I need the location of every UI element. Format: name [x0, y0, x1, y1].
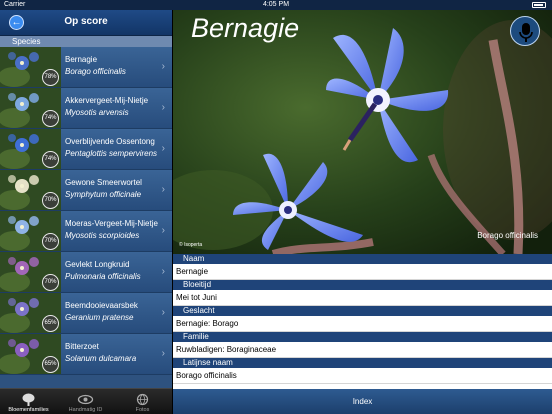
tab-bar: Bloemenfamilies Handmatig ID Fotos: [0, 388, 172, 414]
nav-bar: ← Op score i: [0, 10, 172, 269]
globe-icon: [136, 393, 149, 406]
species-latin-name: Solanum dulcamara: [65, 354, 137, 363]
match-score-badge: 70%: [42, 274, 59, 291]
species-name: Bitterzoet: [65, 342, 99, 351]
field-label: Naam: [173, 254, 552, 264]
field-label: Familie: [173, 332, 552, 342]
species-row[interactable]: 70% Moeras-Vergeet-Mij-Nietje Myosotis sco…: [0, 211, 172, 252]
tab-label: Handmatig ID: [68, 407, 103, 413]
photo-credit: © Isoperta: [179, 242, 203, 248]
photo-caption: Borago officinalis: [477, 231, 538, 240]
match-score-badge: 65%: [42, 356, 59, 373]
microphone-glyph: [519, 23, 533, 42]
species-row[interactable]: 65% Beemdooievaarsbek Geranium pratense ›: [0, 293, 172, 334]
species-row[interactable]: 74% Akkervergeet-Mij-Nietje Myosotis arven…: [0, 88, 172, 129]
species-latin-name: Pulmonaria officinalis: [65, 272, 141, 281]
species-row[interactable]: 74% Overblijvende Ossentong Pentaglottis s…: [0, 129, 172, 170]
species-name: Overblijvende Ossentong: [65, 137, 155, 146]
species-panel: ← Op score i Species 78% Bernagie Borago o…: [0, 10, 172, 388]
match-score-badge: 70%: [42, 233, 59, 250]
chevron-right-icon: ›: [161, 225, 165, 236]
clock: 4:05 PM: [262, 1, 290, 8]
field-value: Borago officinalis: [173, 368, 552, 384]
tree-icon: [22, 393, 35, 406]
field-value: Ruwbladigen: Boraginaceae: [173, 342, 552, 358]
species-latin-name: Borago officinalis: [65, 67, 126, 76]
field-label: Latijnse naam: [173, 358, 552, 368]
species-name: Gevlekt Longkruid: [65, 260, 130, 269]
species-latin-name: Myosotis scorpioides: [65, 231, 140, 240]
tab-handmatig-id[interactable]: Handmatig ID: [57, 389, 114, 414]
chevron-right-icon: ›: [161, 143, 165, 154]
chevron-right-icon: ›: [161, 61, 165, 72]
tab-bloemenfamilies[interactable]: Bloemenfamilies: [0, 389, 57, 414]
field-label: Geslacht: [173, 306, 552, 316]
species-photo: Bernagie © Isoperta Borago officinalis: [173, 10, 552, 254]
species-row[interactable]: 65% Bitterzoet Solanum dulcamara ›: [0, 334, 172, 375]
match-score-badge: 78%: [42, 69, 59, 86]
nav-title: Op score: [64, 16, 108, 27]
microphone-icon[interactable]: [510, 16, 540, 46]
match-score-badge: 74%: [42, 151, 59, 168]
tab-label: Fotos: [135, 407, 150, 413]
species-latin-name: Myosotis arvensis: [65, 108, 129, 117]
match-score-badge: 74%: [42, 110, 59, 127]
species-name: Gewone Smeerwortel: [65, 178, 142, 187]
species-name: Bernagie: [65, 55, 98, 64]
species-name: Akkervergeet-Mij-Nietje: [65, 96, 149, 105]
species-list: 78% Bernagie Borago officinalis › 74% Akkerve…: [0, 47, 172, 375]
field-label: Bloeitijd: [173, 280, 552, 290]
match-score-badge: 65%: [42, 315, 59, 332]
chevron-right-icon: ›: [161, 307, 165, 318]
status-bar: Carrier 4:05 PM: [0, 0, 552, 10]
species-latin-name: Pentaglottis sempervirens: [65, 149, 158, 158]
species-latin-name: Symphytum officinale: [65, 190, 142, 199]
species-row[interactable]: 70% Gevlekt Longkruid Pulmonaria officinal…: [0, 252, 172, 293]
field-value: Mei tot Juni: [173, 290, 552, 306]
borage-photo: [173, 10, 552, 254]
species-row[interactable]: 78% Bernagie Borago officinalis ›: [0, 47, 172, 88]
field-value: Bernagie: [173, 264, 552, 280]
match-score-badge: 70%: [42, 192, 59, 209]
field-value: Bernagie: Borago: [173, 316, 552, 332]
battery-icon: [532, 2, 546, 8]
species-latin-name: Geranium pratense: [65, 313, 134, 322]
chevron-right-icon: ›: [161, 102, 165, 113]
species-name: Beemdooievaarsbek: [65, 301, 138, 310]
tab-label: Bloemenfamilies: [8, 407, 49, 413]
tab-fotos[interactable]: Fotos: [114, 389, 171, 414]
chevron-right-icon: ›: [161, 348, 165, 359]
detail-panel: Bernagie © Isoperta Borago officinalis N…: [173, 10, 552, 414]
detail-title: Bernagie: [191, 13, 300, 43]
index-button[interactable]: Index: [173, 389, 552, 414]
section-header: Species: [0, 36, 172, 47]
info-table: Naam Bernagie Bloeitijd Mei tot Juni Geslach…: [173, 254, 552, 384]
species-row[interactable]: 70% Gewone Smeerwortel Symphytum officinal…: [0, 170, 172, 211]
chevron-right-icon: ›: [161, 184, 165, 195]
chevron-right-icon: ›: [161, 266, 165, 277]
eye-icon: [77, 394, 94, 405]
species-name: Moeras-Vergeet-Mij-Nietje: [65, 219, 158, 228]
